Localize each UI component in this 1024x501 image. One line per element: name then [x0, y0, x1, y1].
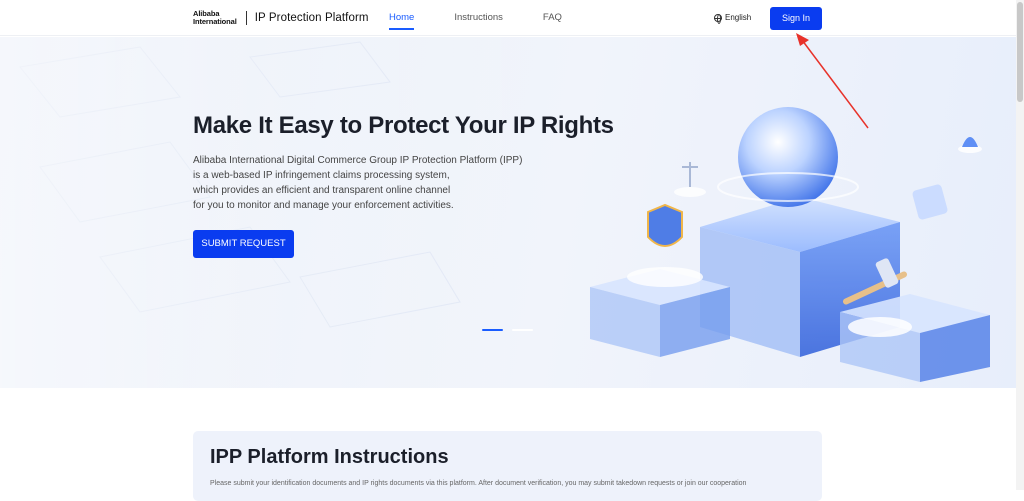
sign-in-button[interactable]: Sign In — [770, 7, 822, 30]
logo-divider — [245, 10, 247, 25]
page-scrollbar[interactable] — [1016, 0, 1024, 490]
globe-icon — [714, 13, 722, 24]
alibaba-international-logo: Alibaba International — [193, 10, 237, 25]
instructions-text: Please submit your identification docume… — [210, 480, 747, 487]
checkmark-card-illustration — [912, 184, 948, 220]
hero-description: Alibaba International Digital Commerce G… — [193, 153, 533, 213]
hero-description-line: which provides an efficient and transpar… — [193, 185, 451, 196]
nav-faq[interactable]: FAQ — [543, 12, 562, 23]
hero-description-line: for you to monitor and manage your enfor… — [193, 200, 454, 211]
hero-description-line: is a web-based IP infringement claims pr… — [193, 170, 450, 181]
main-nav: Home Instructions FAQ — [389, 12, 602, 30]
carousel-indicator-2[interactable] — [512, 329, 533, 331]
nav-home[interactable]: Home — [389, 12, 415, 30]
logo-line-2: International — [193, 16, 237, 26]
platform-title: IP Protection Platform — [254, 11, 369, 24]
hero-description-line: Alibaba International Digital Commerce G… — [193, 155, 523, 166]
scale-icon-illustration — [674, 162, 706, 197]
hero-banner: Make It Easy to Protect Your IP Rights A… — [0, 37, 1016, 388]
submit-request-button[interactable]: SUBMIT REQUEST — [193, 230, 294, 258]
globe-illustration — [738, 107, 838, 207]
top-header: Alibaba International IP Protection Plat… — [0, 0, 1016, 36]
carousel-indicator-1[interactable] — [482, 329, 503, 331]
shield-illustration — [627, 203, 703, 287]
nav-instructions[interactable]: Instructions — [454, 12, 503, 23]
brand-logo[interactable]: Alibaba International IP Protection Plat… — [193, 10, 369, 25]
instructions-card: IPP Platform Instructions Please submit … — [193, 431, 822, 501]
scrollbar-thumb[interactable] — [1017, 2, 1023, 102]
hero-title: Make It Easy to Protect Your IP Rights — [193, 112, 614, 139]
bell-illustration — [958, 137, 982, 153]
instructions-title: IPP Platform Instructions — [210, 446, 449, 468]
language-label: English — [725, 13, 752, 22]
language-selector[interactable]: English — [714, 13, 752, 24]
